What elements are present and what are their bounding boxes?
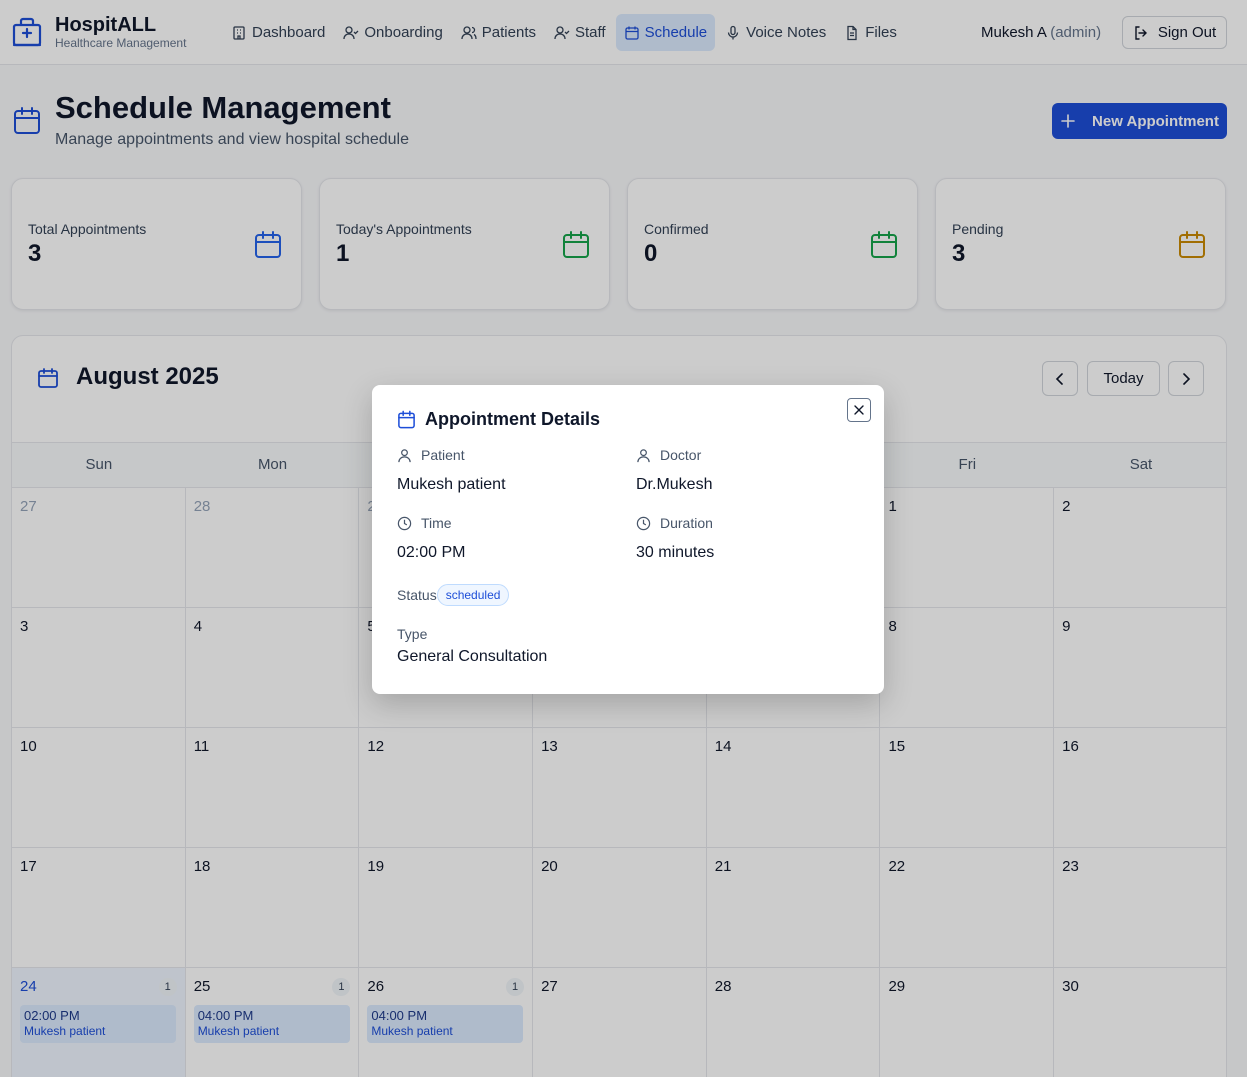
close-icon — [854, 405, 864, 415]
time-value: 02:00 PM — [397, 544, 466, 561]
patient-label-text: Patient — [421, 447, 465, 463]
duration-label: Duration — [636, 515, 713, 531]
close-button[interactable] — [847, 398, 871, 422]
type-value: General Consultation — [397, 648, 548, 665]
dialog-title: Appointment Details — [425, 409, 601, 429]
type-label: Type — [397, 626, 428, 642]
user-icon — [637, 448, 650, 462]
patient-value: Mukesh patient — [397, 476, 506, 493]
clock-icon — [397, 516, 412, 530]
time-label-text: Time — [421, 515, 452, 531]
status-row: Status scheduled — [397, 584, 510, 606]
time-label: Time — [397, 515, 452, 531]
appointment-details-dialog: Appointment Details Patient Mukesh patie… — [372, 385, 884, 694]
user-icon — [398, 448, 411, 462]
duration-value: 30 minutes — [636, 544, 715, 561]
patient-label: Patient — [397, 447, 465, 463]
duration-label-text: Duration — [660, 515, 713, 531]
clock-icon — [636, 516, 651, 530]
status-badge: scheduled — [436, 584, 510, 606]
calendar-icon — [398, 410, 415, 429]
doctor-value: Dr.Mukesh — [636, 476, 713, 493]
doctor-label-text: Doctor — [660, 447, 702, 463]
doctor-label: Doctor — [636, 447, 701, 463]
status-label: Status — [397, 587, 437, 603]
dialog-header: Appointment Details — [397, 409, 600, 430]
